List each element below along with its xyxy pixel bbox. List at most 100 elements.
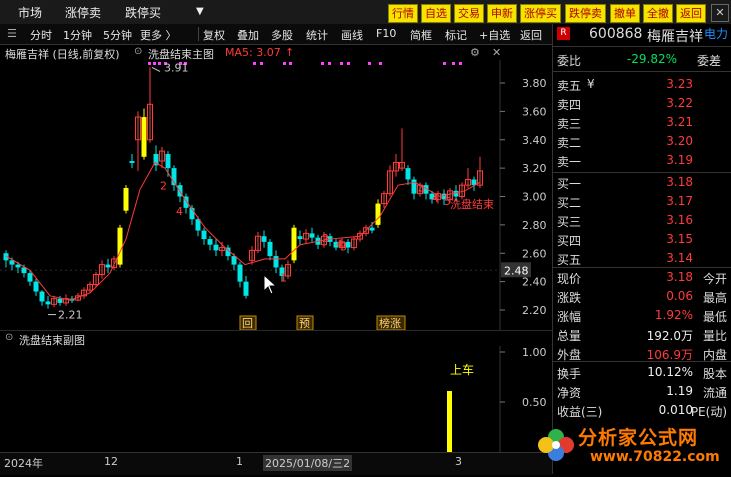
candle-down [309, 233, 315, 238]
yen-mark: ¥ [587, 77, 595, 91]
tab-intraday[interactable]: 分时 [30, 27, 52, 43]
ask-label: 卖四 [557, 98, 582, 112]
btn-cancel-all[interactable]: 全撤 [643, 4, 673, 23]
candle-down [129, 161, 135, 164]
stat-extra-label: 最高 [702, 291, 727, 305]
panel-divider [553, 361, 731, 362]
overlay-text: 洗盘结束 [450, 197, 494, 211]
candle-down [165, 153, 171, 169]
stat-row: 总量 192.0万 量比 [557, 326, 727, 345]
menu-grid-icon[interactable]: ☰ [7, 27, 17, 40]
signal-dot [368, 62, 371, 65]
btn-limit-up-buy[interactable]: 涨停买 [520, 4, 561, 23]
stat-row: 涨跌 0.06 最高 [557, 288, 727, 307]
bid-row[interactable]: 买四 3.15 [557, 231, 727, 250]
btn-limit-down-sell[interactable]: 跌停卖 [565, 4, 606, 23]
menu-dropdown-icon[interactable]: ▼ [196, 6, 204, 17]
stat-value: 1.92% [654, 308, 693, 322]
candle-down [207, 239, 213, 245]
stat-row: 净资 1.19 流通 [557, 383, 727, 402]
high-pointer [151, 66, 161, 72]
ask-row[interactable]: 卖四 3.22 [557, 95, 727, 114]
close-icon[interactable]: ✕ [492, 46, 501, 59]
candlestick-chart[interactable]: 3.80 3.60 3.40 3.20 3.00 2.80 2.60 2.40 2.20 2.48… [0, 60, 552, 330]
stat-extra-label: 流通 [702, 386, 727, 400]
candle-down [27, 273, 33, 282]
y-tick-label: 2.20 [522, 304, 547, 317]
candle-down [105, 264, 111, 268]
quote-panel: R 600868 梅雁吉祥 电力 委比 -29.82% 委差 卖五 ¥3.23 卖四… [552, 24, 731, 474]
btn-trade[interactable]: 交易 [454, 4, 484, 23]
y-tick-label: 3.00 [522, 191, 547, 204]
ask-row[interactable]: 卖一 3.19 [557, 152, 727, 171]
tab-5min[interactable]: 5分钟 [103, 27, 132, 43]
subchart-header: ⊙ 洗盘结束副图 [0, 330, 552, 347]
btn-return[interactable]: 返回 [520, 27, 542, 43]
btn-adjust[interactable]: 复权 [203, 27, 225, 43]
tab-more[interactable]: 更多 〉 [140, 27, 177, 43]
weibi-value: -29.82% [626, 52, 677, 66]
event-marker-label: 回 [242, 317, 253, 330]
stat-label: 涨幅 [557, 310, 582, 324]
settings-icon[interactable]: ⚙ [470, 46, 480, 59]
btn-statistics[interactable]: 统计 [306, 27, 328, 43]
btn-ipo[interactable]: 申新 [487, 4, 517, 23]
btn-overlay[interactable]: 叠加 [237, 27, 259, 43]
close-icon[interactable]: ✕ [711, 4, 729, 22]
btn-draw[interactable]: 画线 [341, 27, 363, 43]
menu-limit-down-buy[interactable]: 跌停买 [125, 4, 161, 21]
stat-extra-label: 最低 [702, 310, 727, 324]
stock-code-text: 600868 [589, 26, 643, 42]
btn-f10[interactable]: F10 [376, 27, 396, 40]
cursor-date-label: 2025/01/08/三2 [263, 455, 353, 471]
bid-row[interactable]: 买三 3.16 [557, 212, 727, 231]
menu-market[interactable]: 市场 [18, 4, 42, 21]
btn-add-watchlist[interactable]: +自选 [479, 27, 510, 43]
candle-down [243, 281, 249, 296]
signal-dot [148, 62, 151, 65]
subchart[interactable]: 1.00 0.50 上车 [0, 346, 552, 452]
candle-down [405, 168, 411, 180]
btn-watchlist[interactable]: 自选 [421, 4, 451, 23]
subchart-dropdown-icon[interactable]: ⊙ [5, 332, 13, 343]
annotation-number: 2 [160, 179, 167, 192]
ask-row[interactable]: 卖五 ¥3.23 [557, 76, 727, 95]
btn-frame[interactable]: 简框 [410, 27, 432, 43]
chart-header: 梅雁吉祥 (日线,前复权) ⊙ 洗盘结束主图 MA5: 3.07 ↑ ⚙ ✕ [0, 45, 552, 61]
btn-multi-stock[interactable]: 多股 [271, 27, 293, 43]
btn-cancel-order[interactable]: 撤单 [610, 4, 640, 23]
candle-down [369, 227, 375, 231]
stat-row: 涨幅 1.92% 最低 [557, 307, 727, 326]
panel-divider [553, 267, 731, 268]
ask-row[interactable]: 卖三 3.21 [557, 114, 727, 133]
weibi-label: 委比 [557, 54, 582, 68]
signal-dot [260, 62, 263, 65]
signal-dot [328, 62, 331, 65]
btn-quotes[interactable]: 行情 [388, 4, 418, 23]
btn-back[interactable]: 返回 [676, 4, 706, 23]
bid-price: 3.18 [666, 175, 693, 189]
signal-dot [321, 62, 324, 65]
ask-label: 卖一 [557, 155, 582, 169]
stock-code: 600868 [559, 26, 642, 42]
tab-1min[interactable]: 1分钟 [63, 27, 92, 43]
stat-value: 3.18 [666, 270, 693, 284]
indicator-dropdown-icon[interactable]: ⊙ [134, 46, 142, 57]
signal-dot [153, 62, 156, 65]
stat-label: 净资 [557, 386, 582, 400]
date-label: 2024年 [4, 457, 43, 470]
bid-price: 3.17 [666, 194, 693, 208]
date-label: 12 [104, 455, 118, 468]
ask-label: 卖三 [557, 117, 582, 131]
up-arrow-icon: ↑ [285, 46, 295, 59]
candle-down [39, 291, 45, 302]
sector-tag[interactable]: 电力 [704, 25, 728, 42]
date-axis: 2024年 12 1 2025/01/08/三2 3 [0, 452, 552, 475]
ask-row[interactable]: 卖二 3.20 [557, 133, 727, 152]
bid-row[interactable]: 买一 3.18 [557, 174, 727, 193]
bid-row[interactable]: 买二 3.17 [557, 193, 727, 212]
stat-value: 192.0万 [646, 329, 693, 343]
btn-mark[interactable]: 标记 [445, 27, 467, 43]
menu-limit-up-sell[interactable]: 涨停卖 [65, 4, 101, 21]
candle-down [57, 298, 63, 303]
